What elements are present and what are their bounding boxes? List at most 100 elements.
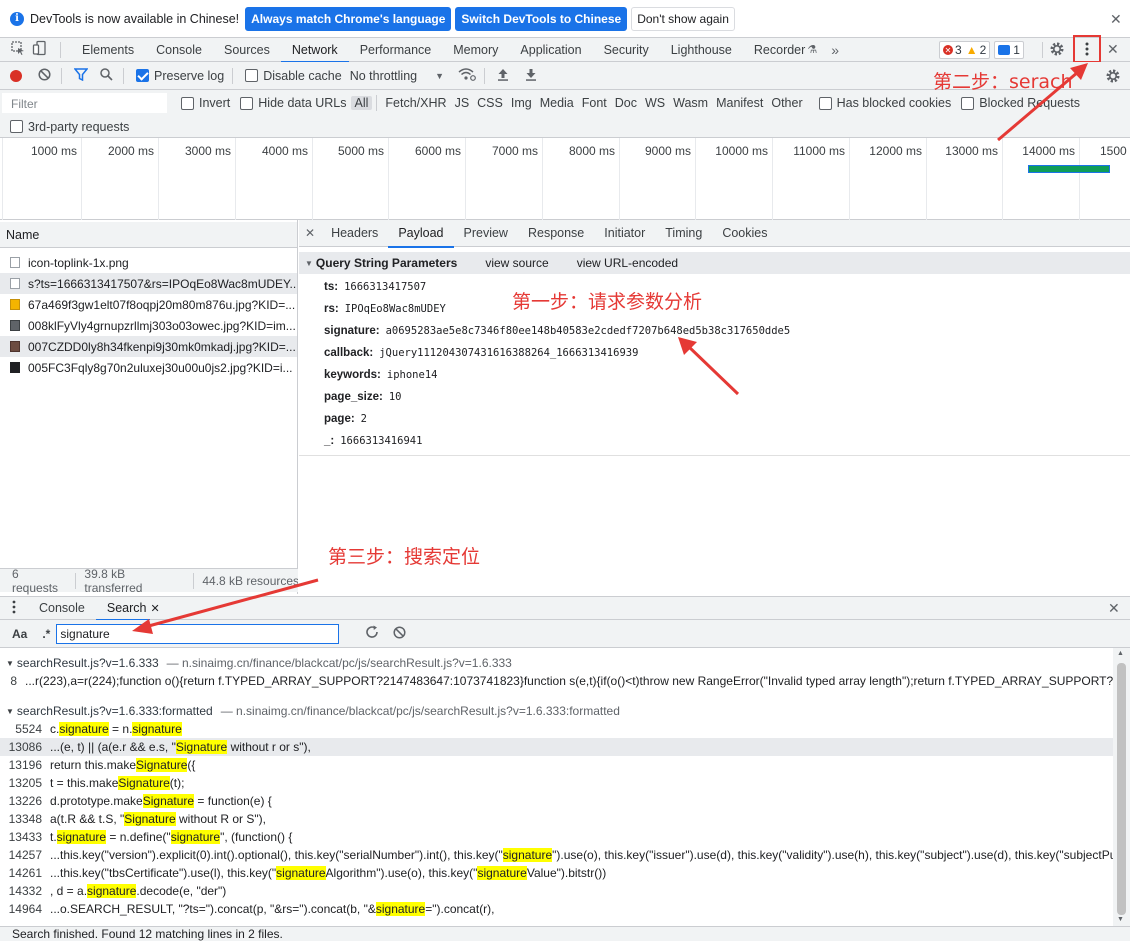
tab-memory[interactable]: Memory — [442, 38, 509, 62]
throttling-select[interactable]: No throttling — [350, 69, 417, 83]
result-line[interactable]: 13205 t = this.makeSignature(t); — [0, 774, 1113, 792]
more-tabs-icon[interactable]: » — [831, 42, 839, 58]
tab-network[interactable]: Network — [280, 38, 349, 63]
filter-type-fetch-xhr[interactable]: Fetch/XHR — [381, 96, 450, 110]
search-icon[interactable] — [100, 67, 113, 84]
filter-funnel-icon[interactable] — [73, 67, 89, 84]
filter-type-all[interactable]: All — [350, 96, 373, 110]
close-drawer-icon[interactable]: ✕ — [1108, 600, 1120, 617]
result-line[interactable]: 14261 ...this.key("tbsCertificate").use(l… — [0, 864, 1113, 882]
tab-security[interactable]: Security — [593, 38, 660, 62]
network-conditions-icon[interactable] — [458, 67, 476, 84]
filter-type-other[interactable]: Other — [767, 96, 806, 110]
tab-response[interactable]: Response — [518, 220, 594, 247]
switch-to-chinese-button[interactable]: Switch DevTools to Chinese — [455, 6, 628, 31]
clear-icon[interactable] — [38, 67, 51, 84]
clear-search-icon[interactable] — [393, 625, 406, 642]
close-search-tab-icon[interactable]: ✕ — [150, 602, 159, 615]
result-line[interactable]: 14964 ...o.SEARCH_RESULT, "?ts=").concat(… — [0, 900, 1113, 918]
request-row[interactable]: 007CZDD0ly8h34fkenpi9j30mk0mkadj.jpg?KID… — [0, 336, 297, 357]
filter-type-js[interactable]: JS — [451, 96, 474, 110]
export-har-icon[interactable] — [525, 68, 537, 84]
query-string-section-header[interactable]: ▼ Query String Parameters view source vi… — [299, 252, 1130, 274]
filter-type-manifest[interactable]: Manifest — [712, 96, 767, 110]
scroll-up-icon[interactable]: ▲ — [1117, 650, 1124, 657]
issues-badge[interactable]: ✕ 3 ▲ 2 — [939, 41, 991, 59]
tab-headers[interactable]: Headers — [321, 220, 388, 247]
result-line[interactable]: 5524 c.signature = n.signature — [0, 720, 1113, 738]
network-settings-gear-icon[interactable] — [1105, 68, 1121, 87]
result-file-header[interactable]: ▼ searchResult.js?v=1.6.333:formatted — … — [0, 702, 1113, 720]
request-row[interactable]: s?ts=1666313417507&rs=IPOqEo8Wac8mUDEY..… — [0, 273, 297, 294]
filter-type-wasm[interactable]: Wasm — [669, 96, 712, 110]
result-line[interactable]: 8 ...r(223),a=r(224);function o(){return… — [0, 672, 1113, 690]
filter-type-media[interactable]: Media — [536, 96, 578, 110]
annotation-step3: 第三步：搜索定位 — [328, 546, 481, 568]
tab-payload[interactable]: Payload — [388, 220, 454, 248]
close-devtools-icon[interactable]: ✕ — [1107, 41, 1119, 58]
record-icon[interactable] — [10, 69, 22, 82]
result-line[interactable]: 14332, d = a.signature.decode(e, "der") — [0, 882, 1113, 900]
dropdown-arrow-icon[interactable]: ▼ — [435, 71, 444, 81]
customize-menu-icon[interactable] — [1073, 35, 1101, 63]
search-query-input[interactable]: signature — [56, 623, 340, 644]
view-url-encoded-link[interactable]: view URL-encoded — [577, 256, 678, 270]
tab-elements[interactable]: Elements — [71, 38, 145, 62]
tab-recorder[interactable]: Recorder — [743, 38, 807, 62]
dont-show-again-button[interactable]: Don't show again — [631, 6, 735, 31]
filter-input[interactable]: Filter — [2, 93, 167, 113]
import-har-icon[interactable] — [497, 68, 509, 84]
hide-data-urls-checkbox[interactable] — [240, 96, 254, 110]
filter-type-font[interactable]: Font — [578, 96, 611, 110]
preserve-log-checkbox[interactable] — [136, 69, 149, 82]
settings-gear-icon[interactable] — [1049, 41, 1065, 60]
blocked-requests-checkbox[interactable] — [961, 96, 975, 110]
drawer-tab-search[interactable]: Search — [95, 596, 151, 621]
messages-badge[interactable]: 1 — [994, 41, 1024, 59]
tab-cookies[interactable]: Cookies — [712, 220, 777, 247]
result-line[interactable]: 13226 d.prototype.makeSignature = functio… — [0, 792, 1113, 810]
result-line[interactable]: 13086 ...(e, t) || (a(e.r && e.s, "Signat… — [0, 738, 1113, 756]
tab-performance[interactable]: Performance — [349, 38, 443, 62]
tab-sources[interactable]: Sources — [213, 38, 281, 62]
network-overview-timeline[interactable]: 1000 ms 2000 ms 3000 ms 4000 ms 5000 ms … — [0, 138, 1130, 220]
filter-type-css[interactable]: CSS — [473, 96, 507, 110]
request-row[interactable]: 008klFyVly4grnupzrllmj303o03owec.jpg?KID… — [0, 315, 297, 336]
inspect-element-icon[interactable] — [10, 40, 26, 59]
filter-type-ws[interactable]: WS — [641, 96, 669, 110]
scrollbar-thumb[interactable] — [1117, 663, 1126, 915]
results-scrollbar[interactable]: ▲ ▼ — [1113, 648, 1130, 926]
scroll-down-icon[interactable]: ▼ — [1117, 916, 1124, 923]
result-line[interactable]: 13196 return this.makeSignature({ — [0, 756, 1113, 774]
tab-lighthouse[interactable]: Lighthouse — [660, 38, 743, 62]
drawer-menu-icon[interactable] — [12, 600, 16, 617]
refresh-icon[interactable] — [365, 625, 379, 642]
view-source-link[interactable]: view source — [485, 256, 548, 270]
invert-checkbox[interactable] — [181, 96, 194, 110]
device-toolbar-icon[interactable] — [32, 40, 48, 59]
result-line[interactable]: 13348 a(t.R && t.S, "Signature without R … — [0, 810, 1113, 828]
result-file-header[interactable]: ▼ searchResult.js?v=1.6.333 — n.sinaimg.… — [0, 654, 1113, 672]
tab-preview[interactable]: Preview — [454, 220, 518, 247]
result-line[interactable]: 14257 ...this.key("version").explicit(0).… — [0, 846, 1113, 864]
request-row[interactable]: 67a469f3gw1elt07f8oqpj20m80m876u.jpg?KID… — [0, 294, 297, 315]
tab-console[interactable]: Console — [145, 38, 213, 62]
close-detail-icon[interactable]: ✕ — [305, 226, 315, 240]
request-row[interactable]: 005FC3Fqly8g70n2uluxej30u00u0js2.jpg?KID… — [0, 357, 297, 378]
third-party-checkbox[interactable] — [10, 120, 23, 133]
always-match-language-button[interactable]: Always match Chrome's language — [245, 6, 452, 31]
has-blocked-cookies-checkbox[interactable] — [818, 96, 832, 110]
filter-type-doc[interactable]: Doc — [611, 96, 641, 110]
result-line[interactable]: 13433 t.signature = n.define("signature",… — [0, 828, 1113, 846]
match-case-toggle[interactable]: Aa — [12, 627, 27, 641]
name-column-header[interactable]: Name — [0, 222, 297, 248]
request-row[interactable]: icon-toplink-1x.png — [0, 252, 297, 273]
drawer-tab-console[interactable]: Console — [28, 596, 96, 620]
disable-cache-checkbox[interactable] — [245, 69, 259, 82]
regex-toggle[interactable]: .* — [42, 627, 50, 641]
close-infobar-icon[interactable]: ✕ — [1110, 11, 1122, 28]
tab-application[interactable]: Application — [509, 38, 592, 62]
tab-timing[interactable]: Timing — [655, 220, 712, 247]
tab-initiator[interactable]: Initiator — [594, 220, 655, 247]
filter-type-img[interactable]: Img — [507, 96, 536, 110]
